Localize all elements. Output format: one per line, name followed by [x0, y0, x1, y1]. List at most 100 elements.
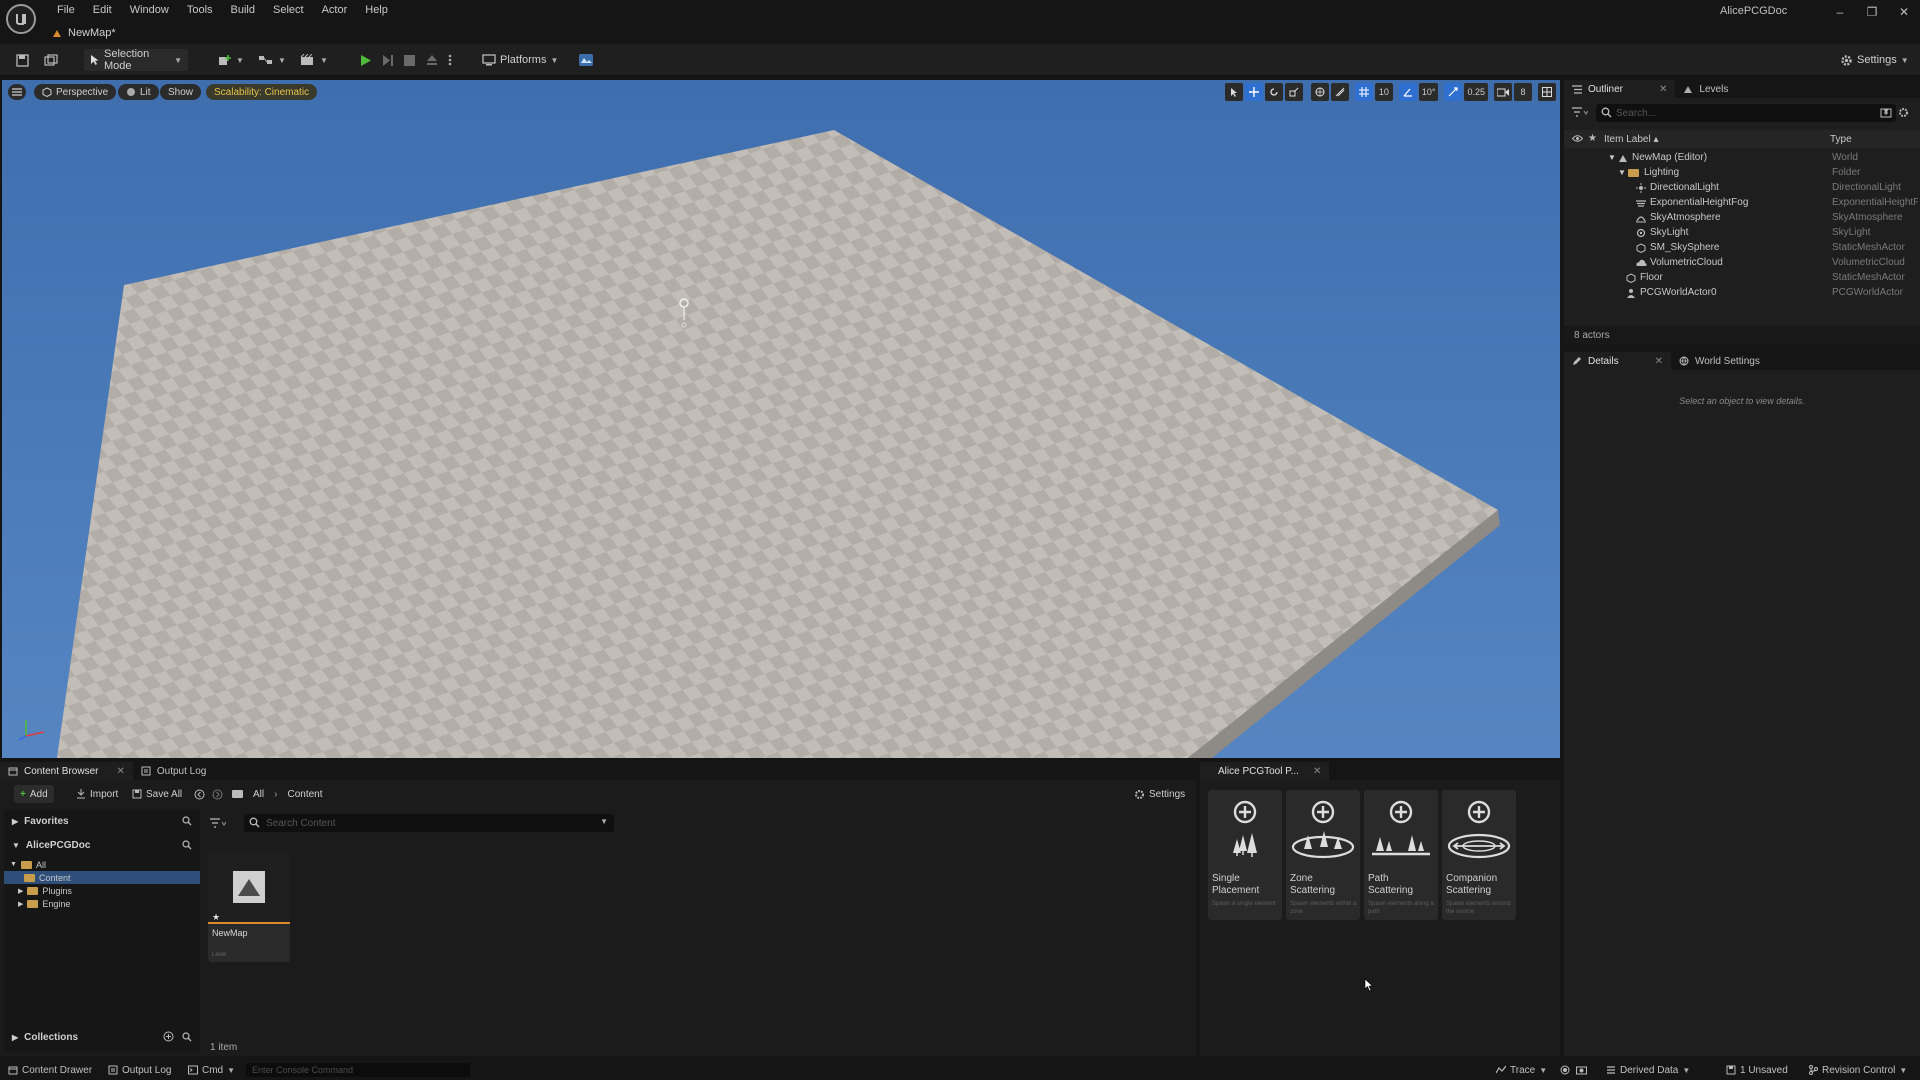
save-icon[interactable]: [10, 49, 35, 71]
blueprint-button[interactable]: ▼: [252, 49, 292, 71]
outliner-row[interactable]: PCGWorldActor0 PCGWorldActor: [1564, 285, 1920, 300]
rotate-tool-icon[interactable]: [1264, 83, 1283, 101]
grid-snap-icon[interactable]: [1354, 83, 1373, 101]
screenshot-icon[interactable]: [1576, 1063, 1587, 1077]
unsaved-button[interactable]: 1 Unsaved: [1726, 1063, 1788, 1077]
viewport-layout-icon[interactable]: [1538, 83, 1556, 101]
filter-icon[interactable]: [1572, 106, 1588, 118]
add-folder-icon[interactable]: [1880, 107, 1892, 118]
menu-window[interactable]: Window: [121, 2, 178, 18]
menu-tools[interactable]: Tools: [178, 2, 222, 18]
camera-speed-value[interactable]: 8: [1514, 83, 1532, 101]
outliner-row[interactable]: SkyAtmosphere SkyAtmosphere: [1564, 210, 1920, 225]
outliner-settings-icon[interactable]: [1898, 107, 1909, 118]
stop-icon[interactable]: [398, 49, 421, 71]
cinematics-button[interactable]: ▼: [294, 49, 334, 71]
path-scattering-card[interactable]: Path Scattering Spawn elements along a p…: [1364, 790, 1438, 920]
view-mode-dropdown[interactable]: Lit: [118, 84, 159, 100]
close-icon[interactable]: ✕: [1655, 356, 1663, 367]
derived-data-dropdown[interactable]: Derived Data ▼: [1606, 1063, 1690, 1077]
folder-item-selected[interactable]: Content: [4, 871, 200, 884]
import-button[interactable]: Import: [70, 785, 124, 803]
add-actor-button[interactable]: ▼: [212, 49, 250, 71]
tab-details[interactable]: Details ✕: [1564, 352, 1671, 370]
level-tab[interactable]: NewMap*: [52, 24, 116, 42]
eject-icon[interactable]: [420, 49, 444, 71]
level-viewport[interactable]: Perspective Lit Show Scalability: Cinema…: [2, 80, 1560, 758]
outliner-row[interactable]: SkyLight SkyLight: [1564, 225, 1920, 240]
filter-icon[interactable]: [210, 817, 226, 829]
collections-header[interactable]: ▶ Collections: [4, 1028, 200, 1046]
folder-item[interactable]: ▶ Engine: [4, 897, 200, 910]
settings-dropdown[interactable]: Settings ▼: [1834, 49, 1915, 71]
tab-output-log[interactable]: Output Log: [133, 762, 214, 780]
project-header[interactable]: ▼ AlicePCGDoc: [4, 836, 200, 854]
collapse-arrow-icon[interactable]: ▼: [1608, 153, 1616, 162]
close-icon[interactable]: ✕: [1659, 84, 1667, 95]
close-window-button[interactable]: ✕: [1888, 0, 1920, 24]
outliner-row[interactable]: Floor StaticMeshActor: [1564, 270, 1920, 285]
column-type[interactable]: Type: [1830, 134, 1852, 145]
rotation-snap-value[interactable]: 10°: [1418, 83, 1439, 101]
tab-world-settings[interactable]: World Settings: [1671, 352, 1768, 370]
column-item-label[interactable]: Item Label ▴: [1604, 134, 1659, 145]
search-icon[interactable]: [182, 816, 192, 826]
search-icon[interactable]: [182, 840, 192, 850]
outliner-row[interactable]: ▼ Lighting Folder: [1564, 165, 1920, 180]
console-input[interactable]: Enter Console Command: [246, 1063, 470, 1077]
outliner-row[interactable]: VolumetricCloud VolumetricCloud: [1564, 255, 1920, 270]
folder-item[interactable]: ▶ Plugins: [4, 884, 200, 897]
menu-select[interactable]: Select: [264, 2, 313, 18]
tab-outliner[interactable]: Outliner ✕: [1564, 80, 1676, 98]
skip-frame-icon[interactable]: [376, 49, 400, 71]
search-icon[interactable]: [182, 1032, 192, 1042]
collapse-arrow-icon[interactable]: ▼: [1618, 168, 1626, 177]
outliner-row[interactable]: DirectionalLight DirectionalLight: [1564, 180, 1920, 195]
add-collection-icon[interactable]: [163, 1031, 174, 1042]
play-button[interactable]: [354, 49, 378, 71]
cmd-dropdown[interactable]: Cmd ▼: [188, 1063, 235, 1077]
platforms-dropdown[interactable]: Platforms ▼: [476, 49, 564, 71]
perspective-dropdown[interactable]: Perspective: [34, 84, 117, 100]
close-icon[interactable]: ✕: [116, 766, 124, 777]
record-icon[interactable]: [1560, 1063, 1570, 1077]
output-log-button[interactable]: Output Log: [108, 1063, 171, 1077]
menu-file[interactable]: File: [48, 2, 84, 18]
scale-snap-icon[interactable]: [1444, 83, 1463, 101]
outliner-row[interactable]: ExponentialHeightFog ExponentialHeightFo…: [1564, 195, 1920, 210]
unreal-logo-icon[interactable]: [6, 4, 36, 34]
revision-control-dropdown[interactable]: Revision Control ▼: [1808, 1063, 1907, 1077]
selection-mode-dropdown[interactable]: Selection Mode ▼: [84, 48, 188, 72]
viewport-menu-button[interactable]: [8, 84, 26, 100]
menu-build[interactable]: Build: [222, 2, 264, 18]
outliner-search-input[interactable]: Search... ▼: [1596, 104, 1896, 122]
scalability-badge[interactable]: Scalability: Cinematic: [206, 84, 318, 100]
restore-button[interactable]: ❐: [1856, 0, 1888, 24]
close-icon[interactable]: ✕: [1313, 766, 1321, 777]
surface-snap-icon[interactable]: [1330, 83, 1349, 101]
asset-tile[interactable]: ★ NewMap Level: [208, 852, 290, 962]
grid-snap-value[interactable]: 10: [1374, 83, 1393, 101]
trace-dropdown[interactable]: Trace ▼: [1496, 1063, 1547, 1077]
content-search-input[interactable]: Search Content ▼: [244, 814, 614, 832]
menu-actor[interactable]: Actor: [313, 2, 357, 18]
breadcrumb-content[interactable]: Content: [287, 789, 322, 800]
rotation-snap-icon[interactable]: [1398, 83, 1417, 101]
play-options-icon[interactable]: [442, 49, 458, 71]
outliner-row[interactable]: SM_SkySphere StaticMeshActor: [1564, 240, 1920, 255]
tab-levels[interactable]: Levels: [1675, 80, 1736, 98]
tab-content-browser[interactable]: Content Browser ✕: [0, 762, 133, 780]
select-tool-icon[interactable]: [1224, 83, 1243, 101]
browse-level-icon[interactable]: [38, 49, 64, 71]
single-placement-card[interactable]: Single Placement Spawn a single element: [1208, 790, 1282, 920]
scale-snap-value[interactable]: 0.25: [1464, 83, 1488, 101]
pin-star-icon[interactable]: ★: [1588, 133, 1597, 144]
menu-help[interactable]: Help: [356, 2, 397, 18]
save-all-button[interactable]: Save All: [126, 785, 188, 803]
outliner-row[interactable]: ▼ NewMap (Editor) World: [1564, 150, 1920, 165]
pcg-tool-button[interactable]: [572, 49, 600, 71]
show-dropdown[interactable]: Show: [160, 84, 202, 100]
player-start-icon[interactable]: [678, 298, 690, 332]
breadcrumb-all[interactable]: All: [253, 789, 264, 800]
minimize-button[interactable]: –: [1824, 0, 1856, 24]
